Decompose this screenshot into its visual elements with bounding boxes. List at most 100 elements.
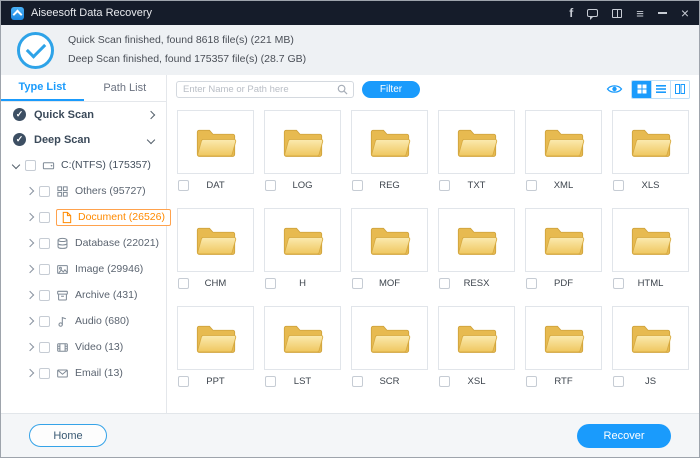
cell-checkbox[interactable]	[439, 180, 450, 191]
tab-type-list[interactable]: Type List	[1, 75, 84, 101]
file-type-cell[interactable]: XLS	[612, 110, 689, 193]
file-type-cell[interactable]: XML	[525, 110, 602, 193]
file-type-cell[interactable]: TXT	[438, 110, 515, 193]
folder-thumbnail[interactable]	[264, 306, 341, 370]
tree-checkbox[interactable]	[39, 342, 50, 353]
file-type-cell[interactable]: CHM	[177, 208, 254, 291]
chevron-right-icon[interactable]	[147, 110, 155, 118]
folder-thumbnail[interactable]	[177, 306, 254, 370]
tree-item-drive[interactable]: C:(NTFS) (175357)	[1, 152, 166, 178]
cell-checkbox[interactable]	[526, 278, 537, 289]
facebook-icon[interactable]: f	[569, 7, 573, 19]
tree-checkbox[interactable]	[39, 316, 50, 327]
tree-checkbox[interactable]	[25, 160, 36, 171]
cell-checkbox[interactable]	[613, 376, 624, 387]
sidebar-item-video[interactable]: Video (13)	[1, 334, 166, 360]
folder-thumbnail[interactable]	[351, 110, 428, 174]
grid-view-button[interactable]	[632, 81, 651, 98]
minimize-icon[interactable]	[658, 12, 667, 14]
list-view-button[interactable]	[651, 81, 670, 98]
file-type-cell[interactable]: JS	[612, 306, 689, 389]
cell-checkbox[interactable]	[178, 376, 189, 387]
file-type-cell[interactable]: H	[264, 208, 341, 291]
feedback-icon[interactable]	[587, 9, 598, 17]
chevron-right-icon[interactable]	[26, 343, 34, 351]
file-type-cell[interactable]: XSL	[438, 306, 515, 389]
tree-checkbox[interactable]	[39, 264, 50, 275]
cell-checkbox[interactable]	[526, 376, 537, 387]
tree-checkbox[interactable]	[39, 368, 50, 379]
chevron-right-icon[interactable]	[26, 317, 34, 325]
file-type-cell[interactable]: LST	[264, 306, 341, 389]
cell-checkbox[interactable]	[178, 278, 189, 289]
guide-icon[interactable]	[612, 9, 622, 18]
file-type-cell[interactable]: HTML	[612, 208, 689, 291]
chevron-right-icon[interactable]	[26, 239, 34, 247]
detail-view-button[interactable]	[670, 81, 689, 98]
folder-thumbnail[interactable]	[438, 306, 515, 370]
cell-checkbox[interactable]	[439, 278, 450, 289]
sidebar-item-deep-scan[interactable]: ✓ Deep Scan	[1, 127, 166, 152]
cell-checkbox[interactable]	[613, 278, 624, 289]
folder-thumbnail[interactable]	[612, 306, 689, 370]
sidebar-item-others[interactable]: Others (95727)	[1, 178, 166, 204]
cell-checkbox[interactable]	[352, 278, 363, 289]
sidebar-item-quick-scan[interactable]: ✓ Quick Scan	[1, 102, 166, 127]
file-type-cell[interactable]: LOG	[264, 110, 341, 193]
search-box[interactable]	[176, 81, 354, 98]
tree-checkbox[interactable]	[39, 212, 50, 223]
cell-checkbox[interactable]	[439, 376, 450, 387]
folder-thumbnail[interactable]	[351, 208, 428, 272]
filter-button[interactable]: Filter	[362, 81, 420, 98]
folder-thumbnail[interactable]	[612, 110, 689, 174]
folder-thumbnail[interactable]	[438, 110, 515, 174]
selected-item-highlight[interactable]: Document (26526)	[56, 209, 171, 226]
sidebar-item-email[interactable]: Email (13)	[1, 360, 166, 386]
cell-checkbox[interactable]	[265, 180, 276, 191]
cell-checkbox[interactable]	[352, 376, 363, 387]
folder-thumbnail[interactable]	[351, 306, 428, 370]
file-type-cell[interactable]: MOF	[351, 208, 428, 291]
chevron-right-icon[interactable]	[26, 369, 34, 377]
folder-thumbnail[interactable]	[438, 208, 515, 272]
chevron-right-icon[interactable]	[26, 213, 34, 221]
sidebar-item-database[interactable]: Database (22021)	[1, 230, 166, 256]
sidebar-item-document[interactable]: Document (26526)	[1, 204, 166, 230]
chevron-down-icon[interactable]	[12, 161, 20, 169]
folder-thumbnail[interactable]	[525, 306, 602, 370]
file-type-cell[interactable]: RTF	[525, 306, 602, 389]
cell-checkbox[interactable]	[352, 180, 363, 191]
file-type-cell[interactable]: PPT	[177, 306, 254, 389]
close-icon[interactable]: ×	[681, 6, 689, 20]
file-type-cell[interactable]: SCR	[351, 306, 428, 389]
sidebar-item-audio[interactable]: Audio (680)	[1, 308, 166, 334]
recover-button[interactable]: Recover	[577, 424, 671, 448]
cell-checkbox[interactable]	[265, 278, 276, 289]
folder-thumbnail[interactable]	[525, 110, 602, 174]
cell-checkbox[interactable]	[526, 180, 537, 191]
cell-checkbox[interactable]	[265, 376, 276, 387]
folder-thumbnail[interactable]	[525, 208, 602, 272]
file-type-cell[interactable]: REG	[351, 110, 428, 193]
preview-eye-icon[interactable]	[606, 83, 623, 95]
chevron-right-icon[interactable]	[26, 265, 34, 273]
file-type-cell[interactable]: PDF	[525, 208, 602, 291]
cell-checkbox[interactable]	[178, 180, 189, 191]
tab-path-list[interactable]: Path List	[84, 75, 167, 101]
sidebar-item-archive[interactable]: Archive (431)	[1, 282, 166, 308]
sidebar-item-image[interactable]: Image (29946)	[1, 256, 166, 282]
chevron-down-icon[interactable]	[147, 135, 155, 143]
home-button[interactable]: Home	[29, 424, 107, 447]
folder-thumbnail[interactable]	[177, 208, 254, 272]
tree-checkbox[interactable]	[39, 290, 50, 301]
folder-thumbnail[interactable]	[264, 208, 341, 272]
cell-checkbox[interactable]	[613, 180, 624, 191]
chevron-right-icon[interactable]	[26, 291, 34, 299]
folder-thumbnail[interactable]	[612, 208, 689, 272]
tree-checkbox[interactable]	[39, 186, 50, 197]
menu-icon[interactable]: ≡	[636, 7, 644, 20]
search-input[interactable]	[177, 84, 337, 95]
file-type-cell[interactable]: RESX	[438, 208, 515, 291]
file-type-cell[interactable]: DAT	[177, 110, 254, 193]
tree-checkbox[interactable]	[39, 238, 50, 249]
